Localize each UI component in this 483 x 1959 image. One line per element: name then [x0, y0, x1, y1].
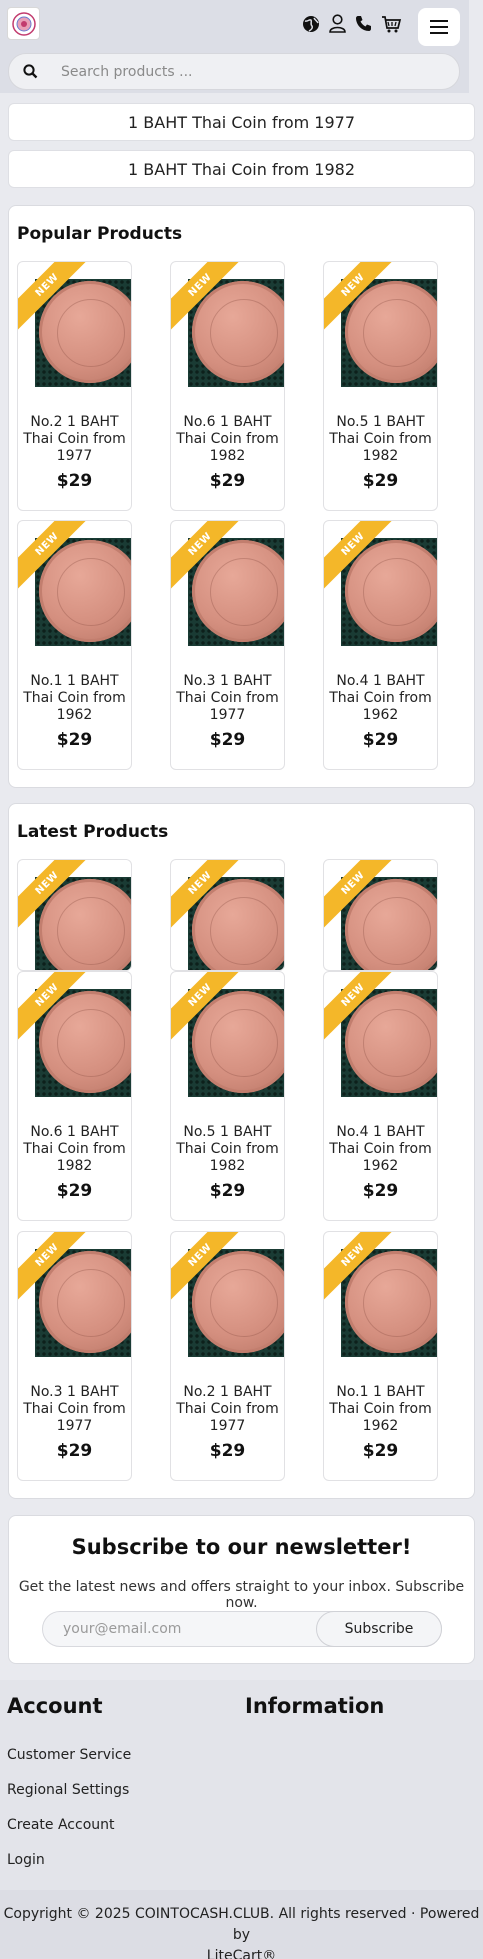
- coin-photo: [192, 281, 284, 383]
- coin-photo: [192, 991, 284, 1093]
- banner-link[interactable]: 1 BAHT Thai Coin from 1977: [8, 103, 475, 141]
- product-price: $29: [362, 471, 399, 491]
- product-card[interactable]: NEW No.2 1 BAHT Thai Coin from 1977 $29: [17, 261, 132, 511]
- product-name: No.1 1 BAHT Thai Coin from 1962: [329, 1384, 432, 1434]
- product-price: $29: [56, 730, 93, 750]
- product-name: No.1 1 BAHT Thai Coin from 1962: [23, 673, 126, 723]
- product-card[interactable]: NEW No.4 1 BAHT Thai Coin from 1962 $29: [323, 520, 438, 770]
- coin-photo: [192, 879, 284, 970]
- product-card-preview[interactable]: NEW: [17, 859, 132, 971]
- product-price: $29: [56, 471, 93, 491]
- search-input[interactable]: [61, 54, 441, 89]
- coin-photo: [192, 1251, 284, 1353]
- product-name: No.5 1 BAHT Thai Coin from 1982: [176, 1124, 279, 1174]
- popular-products-section: Popular Products NEW No.2 1 BAHT Thai Coi…: [8, 205, 475, 788]
- cart-icon[interactable]: [381, 15, 402, 33]
- product-card[interactable]: NEW No.2 1 BAHT Thai Coin from 1977 $29: [170, 1231, 285, 1481]
- footer-link-customer-service[interactable]: Customer Service: [7, 1747, 131, 1763]
- menu-icon: [430, 20, 448, 34]
- coin-photo: [39, 991, 131, 1093]
- site-header: [0, 0, 469, 93]
- product-card[interactable]: NEW No.4 1 BAHT Thai Coin from 1962 $29: [323, 971, 438, 1221]
- coin-photo: [345, 281, 437, 383]
- search-bar: [8, 53, 460, 90]
- product-card[interactable]: NEW No.5 1 BAHT Thai Coin from 1982 $29: [323, 261, 438, 511]
- product-card-preview[interactable]: NEW: [170, 859, 285, 971]
- search-icon[interactable]: [23, 64, 38, 79]
- product-card[interactable]: NEW No.1 1 BAHT Thai Coin from 1962 $29: [17, 520, 132, 770]
- product-name: No.2 1 BAHT Thai Coin from 1977: [23, 414, 126, 464]
- product-price: $29: [362, 1441, 399, 1461]
- latest-products-section: Latest Products NEW NEW NEW NEW No.6 1 BAHT …: [8, 803, 475, 1499]
- coin-photo: [345, 540, 437, 642]
- coin-photo: [39, 1251, 131, 1353]
- newsletter-box: Subscribe to our newsletter! Get the lat…: [8, 1515, 475, 1664]
- product-name: No.4 1 BAHT Thai Coin from 1962: [329, 673, 432, 723]
- product-card[interactable]: NEW No.6 1 BAHT Thai Coin from 1982 $29: [17, 971, 132, 1221]
- section-title: Latest Products: [17, 822, 169, 842]
- product-price: $29: [362, 730, 399, 750]
- coin-photo: [345, 879, 437, 970]
- product-name: No.3 1 BAHT Thai Coin from 1977: [176, 673, 279, 723]
- coin-photo: [345, 991, 437, 1093]
- product-card[interactable]: NEW No.3 1 BAHT Thai Coin from 1977 $29: [170, 520, 285, 770]
- coin-photo: [345, 1251, 437, 1353]
- copyright-text: Copyright © 2025 COINTOCASH.CLUB. All ri…: [3, 1906, 480, 1943]
- product-price: $29: [56, 1181, 93, 1201]
- product-name: No.6 1 BAHT Thai Coin from 1982: [23, 1124, 126, 1174]
- product-price: $29: [209, 730, 246, 750]
- copyright-bar: Copyright © 2025 COINTOCASH.CLUB. All ri…: [0, 1890, 483, 1959]
- product-name: No.6 1 BAHT Thai Coin from 1982: [176, 414, 279, 464]
- menu-button[interactable]: [418, 8, 460, 46]
- coin-photo: [39, 281, 131, 383]
- site-logo[interactable]: [7, 7, 40, 40]
- banner-link[interactable]: 1 BAHT Thai Coin from 1982: [8, 150, 475, 188]
- newsletter-form: Subscribe: [42, 1611, 442, 1647]
- product-name: No.4 1 BAHT Thai Coin from 1962: [329, 1124, 432, 1174]
- footer-link-login[interactable]: Login: [7, 1852, 45, 1868]
- logo-icon: [11, 11, 36, 36]
- newsletter-title: Subscribe to our newsletter!: [71, 1535, 412, 1559]
- footer-information-title: Information: [245, 1694, 385, 1718]
- product-name: No.3 1 BAHT Thai Coin from 1977: [23, 1384, 126, 1434]
- product-price: $29: [56, 1441, 93, 1461]
- litecart-link[interactable]: LiteCart®: [207, 1948, 276, 1959]
- coin-photo: [39, 540, 131, 642]
- footer-link-create-account[interactable]: Create Account: [7, 1817, 115, 1833]
- product-name: No.5 1 BAHT Thai Coin from 1982: [329, 414, 432, 464]
- product-price: $29: [209, 1181, 246, 1201]
- product-price: $29: [362, 1181, 399, 1201]
- coin-photo: [39, 879, 131, 970]
- product-card-preview[interactable]: NEW: [323, 859, 438, 971]
- email-field[interactable]: [63, 1612, 313, 1646]
- phone-icon[interactable]: [355, 15, 372, 32]
- product-card[interactable]: NEW No.5 1 BAHT Thai Coin from 1982 $29: [170, 971, 285, 1221]
- product-card[interactable]: NEW No.6 1 BAHT Thai Coin from 1982 $29: [170, 261, 285, 511]
- product-card[interactable]: NEW No.1 1 BAHT Thai Coin from 1962 $29: [323, 1231, 438, 1481]
- coin-photo: [192, 540, 284, 642]
- product-name: No.2 1 BAHT Thai Coin from 1977: [176, 1384, 279, 1434]
- product-price: $29: [209, 471, 246, 491]
- globe-icon[interactable]: [302, 15, 320, 33]
- product-card[interactable]: NEW No.3 1 BAHT Thai Coin from 1977 $29: [17, 1231, 132, 1481]
- product-price: $29: [209, 1441, 246, 1461]
- subscribe-button[interactable]: Subscribe: [316, 1611, 442, 1647]
- newsletter-text: Get the latest news and offers straight …: [18, 1579, 465, 1611]
- user-icon[interactable]: [329, 14, 346, 33]
- footer-account-title: Account: [7, 1694, 103, 1718]
- footer-link-regional-settings[interactable]: Regional Settings: [7, 1782, 129, 1798]
- section-title: Popular Products: [17, 224, 183, 244]
